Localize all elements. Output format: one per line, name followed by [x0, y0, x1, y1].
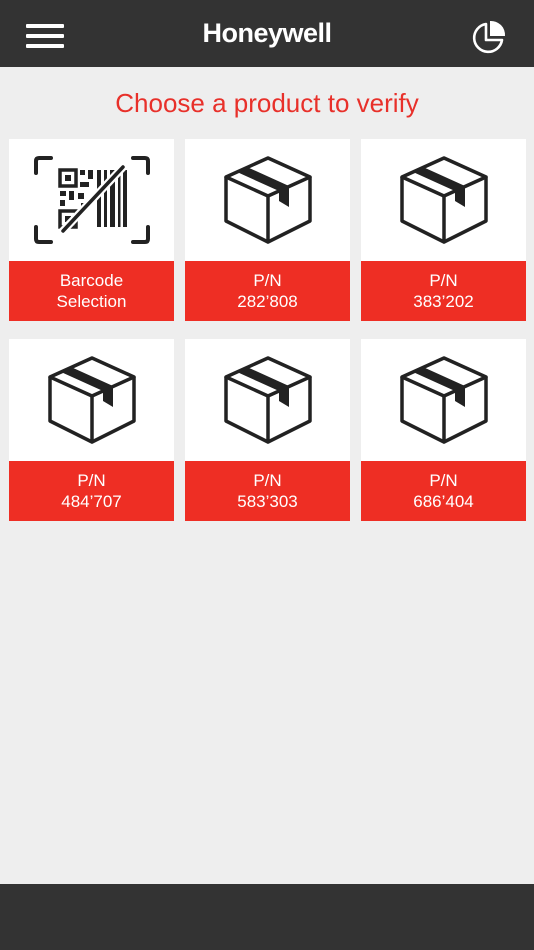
tile-label: P/N 383’202 — [361, 261, 526, 321]
tile-product-383202[interactable]: P/N 383’202 — [361, 139, 526, 321]
tile-label-line1: P/N — [429, 271, 458, 290]
box-icon — [47, 356, 136, 444]
tile-label: Barcode Selection — [9, 261, 174, 321]
tile-label-line2: 583’303 — [237, 492, 298, 511]
pie-chart-icon[interactable] — [469, 19, 507, 57]
bottom-bar — [0, 884, 534, 950]
tile-product-484707[interactable]: P/N 484’707 — [9, 339, 174, 521]
box-icon — [223, 356, 312, 444]
box-icon — [399, 156, 488, 244]
tile-label-line1: Barcode — [59, 271, 124, 290]
tile-label: P/N 282’808 — [185, 261, 350, 321]
barcode-scan-icon — [33, 156, 150, 244]
tile-label-line1: P/N — [429, 471, 458, 490]
tile-barcode-selection[interactable]: Barcode Selection — [9, 139, 174, 321]
tile-label-line2: 282’808 — [237, 292, 298, 311]
tile-label-line2: 484’707 — [61, 492, 122, 511]
brand-logo: Honeywell — [202, 18, 332, 48]
tile-label-line1: P/N — [253, 271, 282, 290]
tile-label: P/N 484’707 — [9, 461, 174, 521]
top-bar: Honeywell — [0, 0, 534, 67]
box-icon — [399, 356, 488, 444]
tile-label-line1: P/N — [77, 471, 106, 490]
tile-product-583303[interactable]: P/N 583’303 — [185, 339, 350, 521]
tile-product-282808[interactable]: P/N 282’808 — [185, 139, 350, 321]
tile-label-line2: 686’404 — [413, 492, 474, 511]
tile-label: P/N 583’303 — [185, 461, 350, 521]
tile-label: P/N 686’404 — [361, 461, 526, 521]
tile-label-line1: P/N — [253, 471, 282, 490]
tile-product-686404[interactable]: P/N 686’404 — [361, 339, 526, 521]
tile-label-line2: Selection — [56, 292, 127, 311]
box-icon — [223, 156, 312, 244]
page-title: Choose a product to verify — [115, 88, 419, 118]
tile-label-line2: 383’202 — [413, 292, 474, 311]
